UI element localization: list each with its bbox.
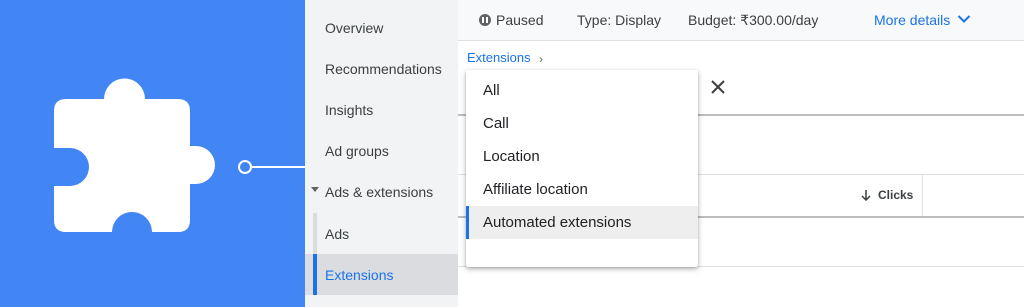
type-label: Type:	[577, 12, 612, 28]
campaign-budget: Budget: ₹300.00/day	[688, 12, 818, 29]
sidebar-item-ads[interactable]: Ads	[305, 213, 458, 254]
dropdown-option-label: Automated extensions	[483, 214, 632, 231]
type-value: Display	[615, 12, 662, 28]
sidebar-item-label: Extensions	[325, 266, 394, 283]
connector-line	[252, 166, 305, 168]
campaign-status: Paused	[496, 12, 544, 28]
column-header-label: Clicks	[878, 188, 914, 202]
caret-down-icon	[311, 187, 319, 192]
sidebar-item-label: Ads	[325, 225, 350, 242]
breadcrumb-extensions[interactable]: Extensions	[467, 50, 531, 65]
sidebar-item-recommendations[interactable]: Recommendations	[305, 48, 458, 89]
close-icon[interactable]	[708, 77, 728, 97]
campaign-type: Type: Display	[577, 12, 661, 28]
campaign-status-bar: Paused Type: Display Budget: ₹300.00/day…	[458, 0, 1024, 41]
dropdown-option-location[interactable]: Location	[466, 140, 698, 173]
dropdown-option-affiliate-location[interactable]: Affiliate location	[466, 173, 698, 206]
budget-label: Budget:	[688, 12, 737, 28]
chevron-down-icon[interactable]	[957, 14, 971, 24]
sidebar-item-ad-groups[interactable]: Ad groups	[305, 130, 458, 171]
dropdown-option-automated-extensions[interactable]: Automated extensions	[466, 206, 698, 239]
sidebar-item-label: Insights	[325, 101, 374, 118]
dropdown-option-all[interactable]: All	[466, 74, 698, 107]
sidebar-item-extensions[interactable]: Extensions	[305, 254, 458, 295]
breadcrumb-separator: ›	[539, 52, 543, 66]
dropdown-option-label: Call	[483, 115, 509, 132]
sidebar-item-label: Overview	[325, 19, 384, 36]
connector-dot	[238, 160, 252, 174]
sidebar-item-ads-and-extensions[interactable]: Ads & extensions	[305, 171, 458, 212]
sidebar-item-overview[interactable]: Overview	[305, 7, 458, 48]
more-details-link[interactable]: More details	[874, 12, 950, 28]
sidebar-item-insights[interactable]: Insights	[305, 89, 458, 130]
hero-panel	[0, 0, 305, 307]
main-content: Paused Type: Display Budget: ₹300.00/day…	[458, 0, 1024, 307]
column-header-clicks[interactable]: Clicks	[860, 188, 913, 202]
sidebar-item-label: Ads & extensions	[325, 183, 434, 200]
column-divider	[922, 175, 923, 216]
sidebar-item-label: Recommendations	[325, 60, 442, 77]
dropdown-option-label: All	[483, 82, 500, 99]
budget-value: ₹300.00/day	[740, 12, 819, 28]
arrow-down-icon	[861, 190, 871, 201]
sidebar-nav: Overview Recommendations Insights Ad gro…	[305, 0, 458, 307]
pause-circle-icon	[479, 14, 491, 26]
dropdown-option-call[interactable]: Call	[466, 107, 698, 140]
sidebar-item-label: Ad groups	[325, 142, 389, 159]
dropdown-option-label: Affiliate location	[483, 181, 588, 198]
puzzle-piece-icon	[54, 78, 215, 232]
dropdown-option-label: Location	[483, 148, 540, 165]
extension-type-dropdown: All Call Location Affiliate location Aut…	[466, 70, 698, 267]
